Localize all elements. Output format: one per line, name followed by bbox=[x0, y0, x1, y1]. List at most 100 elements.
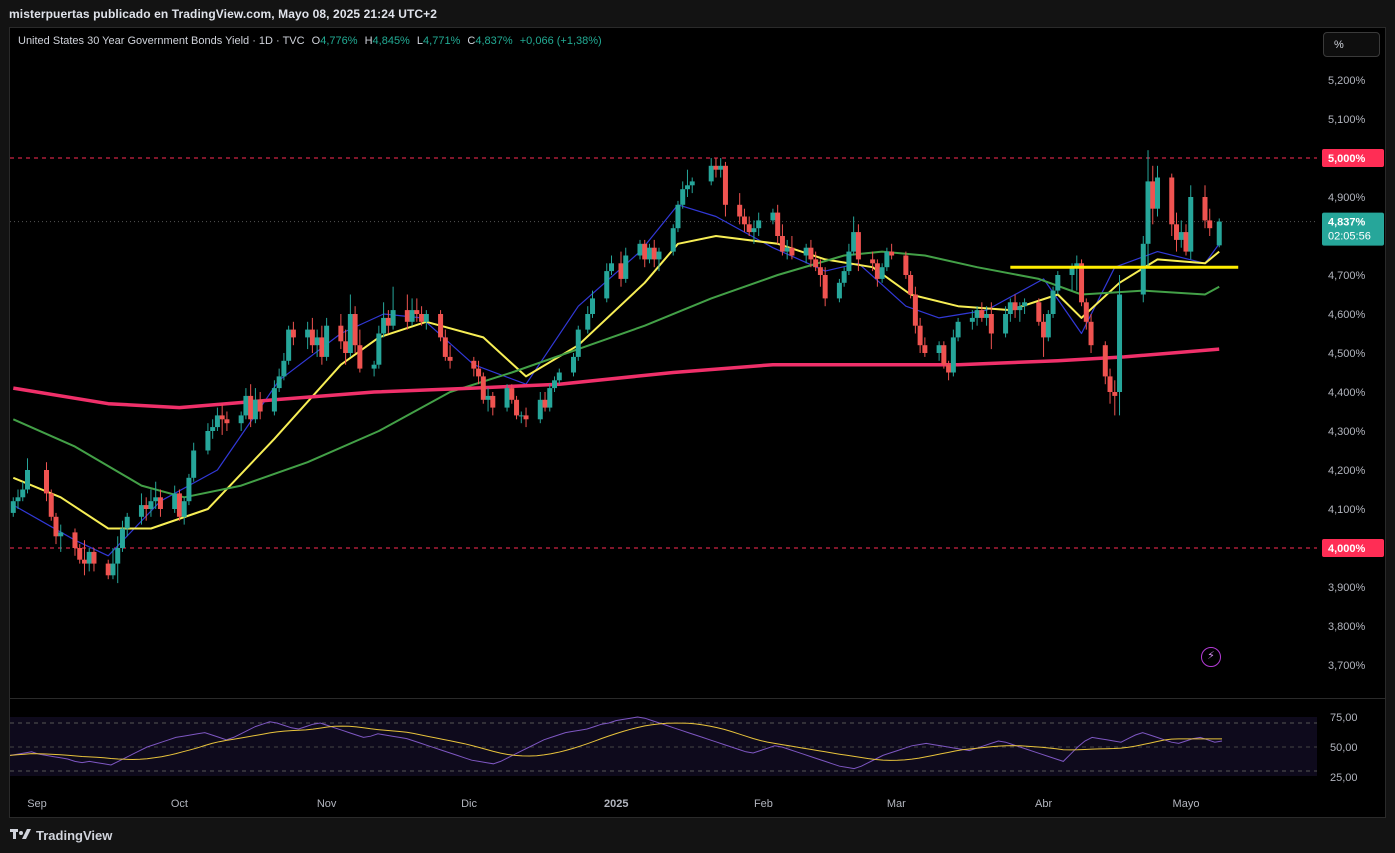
candle-up bbox=[552, 376, 558, 392]
candle-up bbox=[950, 329, 956, 377]
candle-body bbox=[248, 395, 254, 420]
candle-body bbox=[1079, 263, 1085, 303]
candle-body bbox=[143, 505, 149, 509]
candle-up bbox=[205, 423, 211, 455]
chart-frame[interactable]: 5,200% 5,100% 4,900% 4,700% 4,600% 4,500% 4,40… bbox=[9, 27, 1386, 818]
candle-down bbox=[77, 544, 83, 564]
candle-body bbox=[803, 247, 809, 256]
candle-body bbox=[338, 325, 344, 342]
candle-up bbox=[324, 317, 330, 361]
candle-body bbox=[347, 314, 353, 353]
price-tick-label: 5,200% bbox=[1328, 75, 1366, 87]
candle-body bbox=[504, 388, 510, 408]
candle-down bbox=[642, 239, 648, 268]
time-tick-label: Abr bbox=[1035, 798, 1052, 810]
candle-body bbox=[309, 329, 315, 346]
candle-body bbox=[870, 259, 876, 264]
candle-body bbox=[381, 317, 387, 334]
candle-down bbox=[1083, 298, 1089, 330]
candle-body bbox=[210, 427, 216, 431]
candle-body bbox=[1183, 232, 1189, 252]
candle-body bbox=[357, 345, 363, 369]
candle-down bbox=[1088, 314, 1094, 353]
candle-body bbox=[979, 310, 985, 318]
candle-body bbox=[889, 251, 895, 256]
candle-down bbox=[1207, 208, 1213, 236]
candle-up bbox=[423, 310, 429, 330]
candle-down bbox=[917, 317, 923, 353]
candle-body bbox=[409, 310, 415, 322]
candle-body bbox=[552, 380, 558, 389]
candle-body bbox=[912, 294, 918, 326]
candle-body bbox=[15, 497, 21, 502]
candle-body bbox=[751, 228, 757, 233]
candle-down bbox=[514, 395, 520, 420]
candle-down bbox=[1036, 298, 1042, 326]
candle-up bbox=[708, 158, 714, 186]
candle-body bbox=[1155, 177, 1161, 209]
price-tick-label: 4,600% bbox=[1328, 309, 1366, 321]
price-tick-label: 3,700% bbox=[1328, 660, 1366, 672]
candle-body bbox=[153, 497, 159, 502]
candle-up bbox=[547, 384, 553, 412]
candle-down bbox=[224, 411, 230, 431]
candle-body bbox=[172, 493, 178, 509]
candle-body bbox=[1050, 290, 1056, 314]
countdown-label: 02:05:56 bbox=[1328, 231, 1371, 243]
tradingview-logo-icon bbox=[10, 828, 31, 839]
candle-down bbox=[357, 329, 363, 373]
candle-body bbox=[115, 548, 121, 564]
price-tick-label: 4,400% bbox=[1328, 387, 1366, 399]
candle-body bbox=[651, 247, 657, 260]
price-chart[interactable]: 5,200% 5,100% 4,900% 4,700% 4,600% 4,500% 4,40… bbox=[10, 28, 1386, 818]
candle-up bbox=[305, 321, 311, 350]
candle-body bbox=[813, 259, 819, 268]
price-tick-label: 4,100% bbox=[1328, 504, 1366, 516]
candle-up bbox=[585, 306, 591, 334]
lightning-icon[interactable]: ⚡ bbox=[1201, 647, 1221, 667]
candle-down bbox=[248, 384, 254, 428]
candle-up bbox=[15, 489, 21, 509]
candle-body bbox=[571, 356, 577, 373]
candle-down bbox=[808, 239, 814, 268]
candle-body bbox=[1022, 302, 1028, 307]
candle-up bbox=[974, 306, 980, 326]
candle-up bbox=[25, 458, 31, 494]
candle-body bbox=[290, 329, 296, 338]
candle-up bbox=[1117, 275, 1123, 416]
candle-body bbox=[575, 329, 581, 357]
candle-body bbox=[352, 314, 358, 346]
candle-down bbox=[651, 239, 657, 268]
candle-body bbox=[1117, 294, 1123, 392]
candle-body bbox=[191, 450, 197, 478]
candle-down bbox=[219, 403, 225, 435]
candle-up bbox=[243, 388, 249, 420]
candle-body bbox=[509, 388, 515, 400]
candle-down bbox=[889, 243, 895, 260]
candle-up bbox=[1188, 185, 1194, 260]
candle-body bbox=[1112, 392, 1118, 396]
candle-body bbox=[969, 317, 975, 322]
candle-body bbox=[224, 419, 230, 424]
candle-up bbox=[684, 169, 690, 197]
candle-body bbox=[514, 399, 520, 416]
open-label: O bbox=[311, 35, 321, 47]
candle-down bbox=[404, 294, 410, 330]
candle-down bbox=[72, 528, 78, 556]
candle-up bbox=[1045, 310, 1051, 342]
candle-body bbox=[319, 337, 325, 357]
footer-brand: TradingView bbox=[36, 827, 113, 843]
unit-button[interactable]: % bbox=[1323, 32, 1380, 57]
candle-down bbox=[257, 392, 263, 420]
candle-up bbox=[836, 278, 842, 303]
candle-up bbox=[1055, 271, 1061, 295]
candle-up bbox=[172, 485, 178, 513]
candle-up bbox=[718, 158, 724, 178]
candle-up bbox=[936, 341, 942, 361]
candle-body bbox=[713, 165, 719, 170]
candle-body bbox=[770, 212, 776, 221]
candle-down bbox=[912, 286, 918, 334]
candle-body bbox=[822, 275, 828, 299]
rsi-tick-label: 50,00 bbox=[1330, 742, 1358, 754]
candle-body bbox=[1041, 321, 1047, 338]
